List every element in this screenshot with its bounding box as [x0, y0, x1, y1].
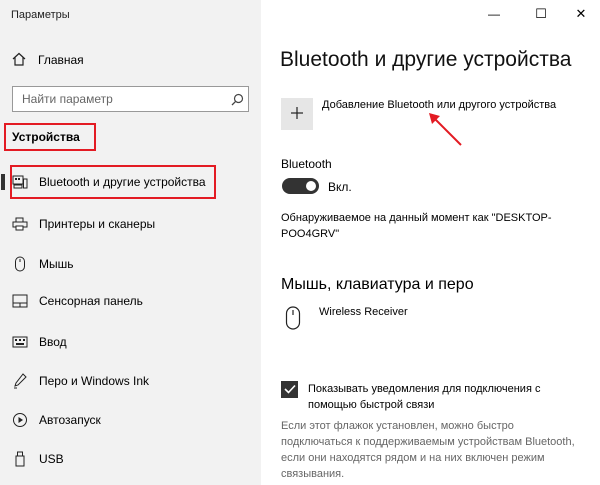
- maximize-button[interactable]: ☐: [526, 0, 556, 28]
- sidebar-item-label: Автозапуск: [39, 413, 101, 427]
- window-title: Параметры: [11, 9, 70, 21]
- sidebar: Параметры Главная Найти параметр Устройс…: [0, 0, 261, 485]
- device-name: Wireless Receiver: [319, 306, 408, 318]
- sidebar-item-label: Принтеры и сканеры: [39, 217, 156, 231]
- sidebar-item-autoplay[interactable]: Автозапуск: [0, 404, 261, 436]
- sidebar-item-label: Перо и Windows Ink: [39, 374, 150, 388]
- pen-icon: [12, 373, 28, 389]
- bluetooth-toggle[interactable]: [282, 178, 319, 194]
- swift-pair-label[interactable]: Показывать уведомления для подключения с…: [308, 381, 588, 413]
- home-label: Главная: [38, 53, 84, 67]
- discoverable-text: Обнаруживаемое на данный момент как "DES…: [281, 212, 552, 240]
- selected-item-highlight: [10, 165, 216, 199]
- annotation-arrow-icon: [429, 113, 462, 146]
- bluetooth-label: Bluetooth: [281, 157, 332, 171]
- section-title: Устройства: [4, 123, 96, 151]
- mouse-icon: [12, 256, 28, 272]
- sidebar-item-label: Ввод: [39, 335, 67, 349]
- mouse-icon: [285, 306, 301, 333]
- sidebar-item-typing[interactable]: Ввод: [0, 326, 261, 358]
- sidebar-item-usb[interactable]: USB: [0, 443, 261, 475]
- plus-icon: [290, 106, 304, 123]
- bluetooth-toggle-state: Вкл.: [328, 180, 352, 194]
- search-box[interactable]: Найти параметр: [12, 86, 249, 112]
- search-input[interactable]: Найти параметр: [22, 92, 226, 106]
- toggle-knob: [306, 181, 316, 191]
- usb-icon: [12, 451, 28, 467]
- page-title: Bluetooth и другие устройства: [280, 48, 572, 71]
- swift-pair-checkbox[interactable]: [281, 381, 298, 398]
- device-item[interactable]: Wireless Receiver: [285, 306, 408, 333]
- sidebar-item-mouse[interactable]: Мышь: [0, 248, 261, 280]
- swift-pair-hint: Если этот флажок установлен, можно быстр…: [281, 420, 575, 480]
- input-section-title: Мышь, клавиатура и перо: [281, 276, 474, 293]
- checkmark-icon: [283, 383, 296, 397]
- autoplay-icon: [12, 412, 28, 428]
- main-panel: — ☐ ✕ Bluetooth и другие устройства Доба…: [261, 0, 600, 485]
- sidebar-item-printers[interactable]: Принтеры и сканеры: [0, 208, 261, 240]
- close-button[interactable]: ✕: [566, 0, 596, 28]
- sidebar-item-label: Мышь: [39, 257, 74, 271]
- add-device-button[interactable]: [281, 98, 313, 130]
- printer-icon: [12, 216, 28, 232]
- search-icon[interactable]: [226, 88, 248, 110]
- sidebar-item-pen[interactable]: Перо и Windows Ink: [0, 365, 261, 397]
- minimize-button[interactable]: —: [479, 0, 509, 28]
- home-icon: [12, 52, 26, 69]
- sidebar-item-label: Сенсорная панель: [39, 294, 143, 308]
- sidebar-item-label: USB: [39, 452, 64, 466]
- touchpad-icon: [12, 293, 28, 309]
- home-nav-item[interactable]: Главная: [12, 50, 84, 70]
- sidebar-item-touchpad[interactable]: Сенсорная панель: [0, 285, 261, 317]
- keyboard-icon: [12, 334, 28, 350]
